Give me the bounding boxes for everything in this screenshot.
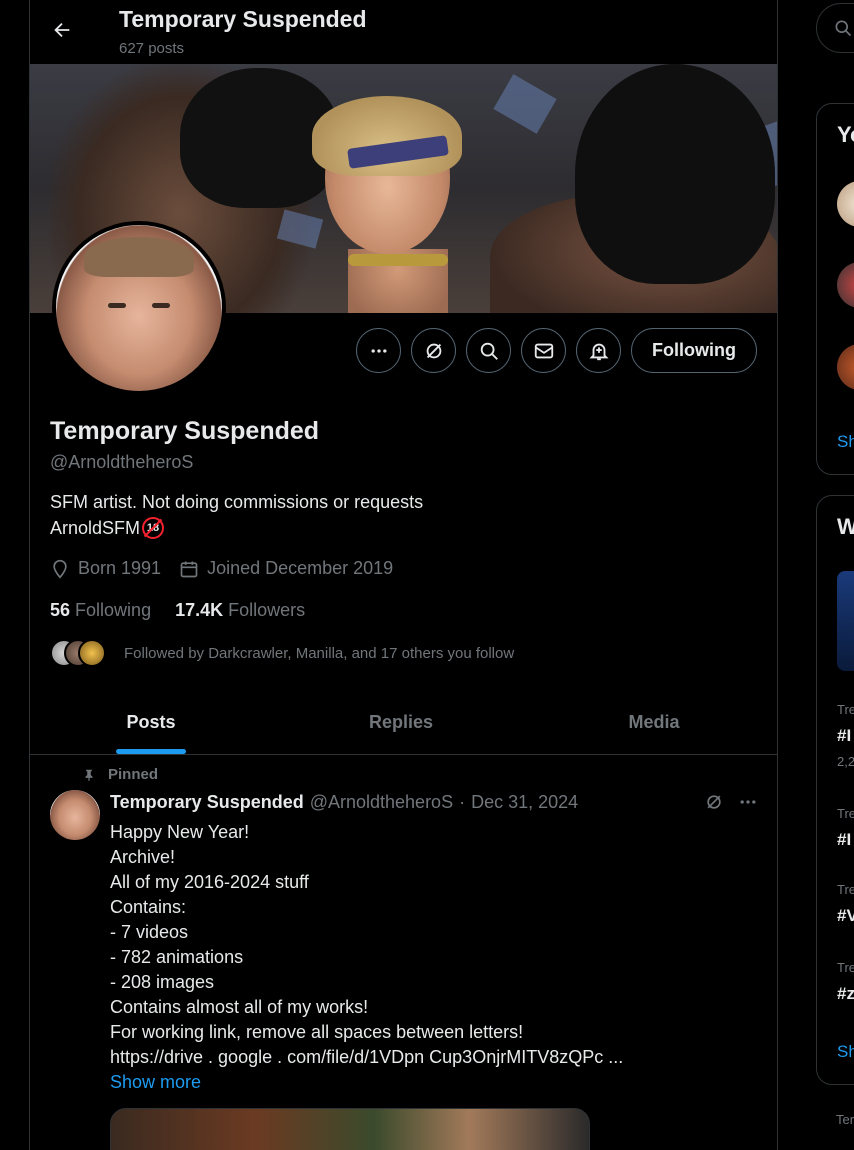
profile-handle: @ArnoldtheheroS xyxy=(50,452,194,472)
trends-panel: W Tre #I 2,2 Tre #I Tre #V Tre #z Sh xyxy=(816,495,854,1085)
active-tab-indicator xyxy=(116,749,186,754)
followers-count: 17.4K xyxy=(175,600,224,620)
post-author-handle[interactable]: @ArnoldtheheroS xyxy=(310,792,453,813)
following-count: 56 xyxy=(50,600,71,620)
post-author-avatar[interactable] xyxy=(50,790,100,840)
more-horizontal-icon xyxy=(371,348,387,353)
post-text: Happy New Year! Archive! All of my 2016-… xyxy=(110,820,623,1095)
followed-by-avatars xyxy=(50,639,108,667)
suggested-avatar[interactable] xyxy=(837,181,854,227)
born-item: Born 1991 xyxy=(50,558,161,579)
pinned-post[interactable]: Pinned Temporary Suspended @Arnoldtheher… xyxy=(30,756,777,1150)
joined-item: Joined December 2019 xyxy=(179,558,393,579)
show-more-suggestions[interactable]: Sh xyxy=(837,432,854,452)
profile-stats: 56 Following 17.4K Followers xyxy=(50,600,305,621)
mail-icon xyxy=(534,343,553,358)
grok-icon[interactable] xyxy=(704,792,724,812)
trend-item[interactable]: #I xyxy=(837,830,851,850)
search-icon xyxy=(480,342,498,360)
post-actions xyxy=(704,792,758,812)
bio-text: ArnoldSFM xyxy=(50,517,141,538)
post-separator: · xyxy=(459,792,466,812)
tab-media[interactable]: Media xyxy=(530,690,777,754)
profile-header-bar: Temporary Suspended 627 posts xyxy=(30,0,777,64)
search-icon xyxy=(835,20,852,37)
message-button[interactable] xyxy=(521,328,567,373)
pinned-label: Pinned xyxy=(82,766,158,783)
profile-meta: Born 1991 Joined December 2019 xyxy=(50,558,393,579)
grok-button[interactable] xyxy=(411,328,457,373)
profile-column: Temporary Suspended 627 posts Following … xyxy=(29,0,778,1150)
footer-links[interactable]: Ter xyxy=(836,1112,854,1127)
bio-line-2: ArnoldSFM 18 xyxy=(50,517,165,539)
calendar-icon xyxy=(180,561,198,577)
profile-tabs: Posts Replies Media xyxy=(30,690,777,755)
more-horizontal-icon[interactable] xyxy=(738,792,758,812)
suggested-avatar[interactable] xyxy=(837,262,854,308)
show-more-link[interactable]: Show more xyxy=(110,1070,623,1095)
back-button[interactable] xyxy=(44,12,80,48)
show-more-trends[interactable]: Sh xyxy=(837,1042,854,1062)
following-label: Following xyxy=(75,600,152,620)
profile-actions: Following xyxy=(356,328,757,373)
search-input[interactable] xyxy=(816,3,854,53)
grok-icon xyxy=(426,343,441,358)
notify-button[interactable] xyxy=(576,328,622,373)
suggestions-panel: Yo Sh xyxy=(816,103,854,475)
tab-replies[interactable]: Replies xyxy=(280,690,522,754)
joined-text: Joined December 2019 xyxy=(207,558,394,578)
right-sidebar: Yo Sh W Tre #I 2,2 Tre #I Tre #V Tre #z … xyxy=(816,0,854,1150)
trend-item[interactable]: #z xyxy=(837,984,854,1004)
adult-content-icon: 18 xyxy=(142,517,165,539)
more-button[interactable] xyxy=(356,328,402,373)
followers-label: Followers xyxy=(228,600,306,620)
followers-stat[interactable]: 17.4K Followers xyxy=(175,600,305,621)
page: Temporary Suspended 627 posts Following … xyxy=(0,0,854,1150)
bio-line-1: SFM artist. Not doing commissions or req… xyxy=(50,492,424,512)
search-profile-button[interactable] xyxy=(466,328,512,373)
arrow-left-icon xyxy=(54,22,70,38)
header-title: Temporary Suspended xyxy=(119,6,367,32)
post-header: Temporary Suspended @ArnoldtheheroS · De… xyxy=(110,792,578,813)
following-stat[interactable]: 56 Following xyxy=(50,600,151,621)
post-media[interactable] xyxy=(110,1108,590,1150)
followed-by-text: Followed by Darkcrawler, Manilla, and 17… xyxy=(124,644,515,662)
pin-icon xyxy=(85,769,93,781)
suggested-avatar[interactable] xyxy=(837,344,854,390)
profile-name: Temporary Suspended xyxy=(50,417,320,445)
following-button[interactable]: Following xyxy=(631,328,757,373)
trend-item[interactable]: #V xyxy=(837,906,854,926)
post-date[interactable]: Dec 31, 2024 xyxy=(471,792,578,813)
profile-avatar[interactable] xyxy=(52,221,226,395)
location-pin-icon xyxy=(53,559,67,579)
post-author-name[interactable]: Temporary Suspended xyxy=(110,792,304,813)
trend-media[interactable] xyxy=(837,571,854,671)
trend-item[interactable]: #I xyxy=(837,726,851,746)
bell-plus-icon xyxy=(588,343,609,360)
header-post-count: 627 posts xyxy=(119,40,185,57)
born-text: Born 1991 xyxy=(78,558,162,578)
tab-posts[interactable]: Posts xyxy=(30,690,272,754)
followed-by[interactable]: Followed by Darkcrawler, Manilla, and 17… xyxy=(50,639,514,667)
